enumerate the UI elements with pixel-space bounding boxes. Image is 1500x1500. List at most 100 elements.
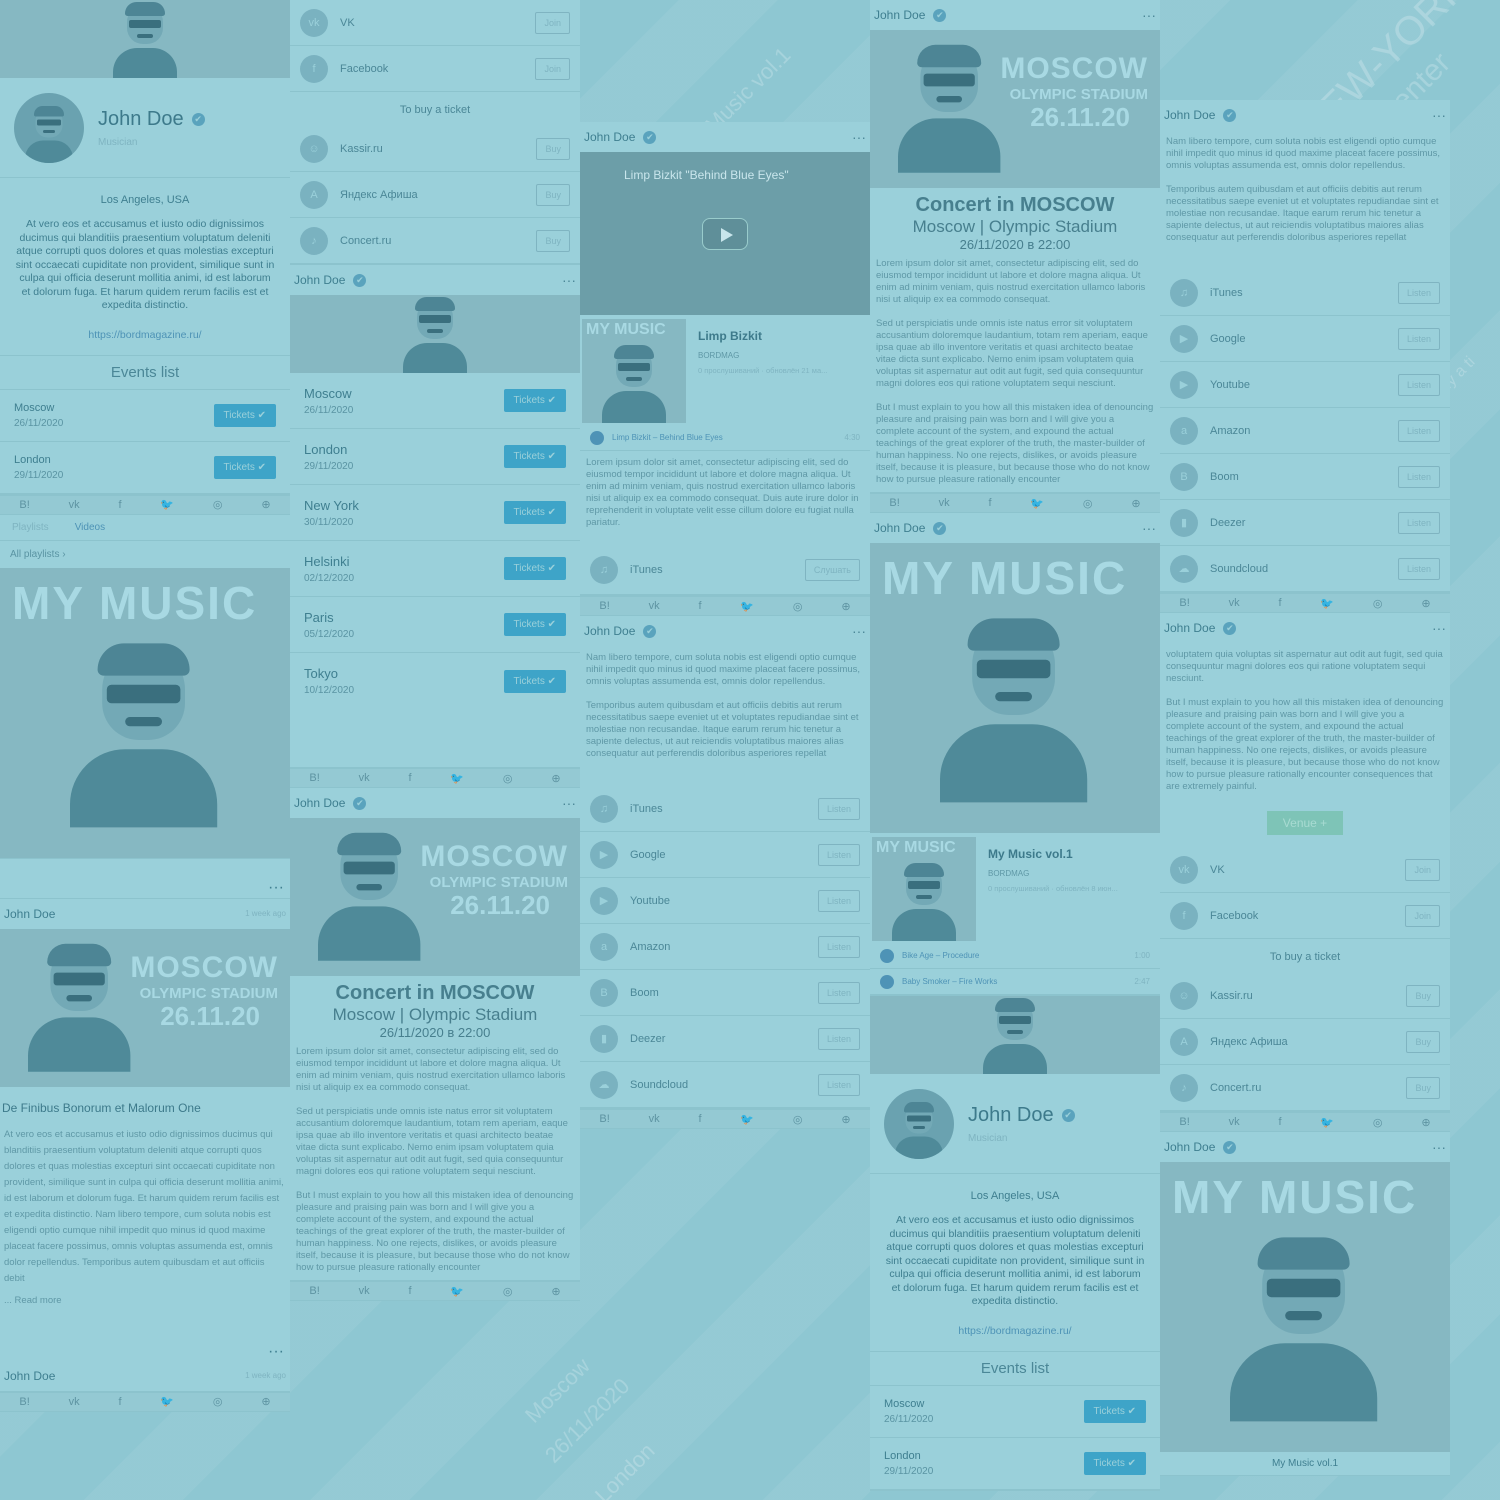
twitter-icon[interactable]: 🐦: [740, 600, 754, 613]
post-author[interactable]: John Doe: [294, 796, 345, 810]
twitter-icon[interactable]: 🐦: [160, 498, 174, 511]
concert-poster[interactable]: MOSCOW OLYMPIC STADIUM 26.11.20: [0, 928, 290, 1087]
facebook-icon[interactable]: f: [988, 497, 991, 509]
video-player[interactable]: Limp Bizkit "Behind Blue Eyes": [580, 152, 870, 315]
bord-icon[interactable]: B!: [19, 499, 29, 511]
more-icon[interactable]: ···: [0, 1315, 290, 1361]
login-icon[interactable]: ⊕: [261, 498, 270, 511]
instagram-icon[interactable]: ◎: [793, 1113, 803, 1126]
facebook-icon[interactable]: f: [118, 499, 121, 511]
profile-link[interactable]: https://bordmagazine.ru/: [870, 1315, 1160, 1352]
facebook-icon[interactable]: f: [1278, 1116, 1281, 1128]
all-playlists-link[interactable]: All playlists ›: [0, 541, 290, 568]
concert-poster[interactable]: MOSCOW OLYMPIC STADIUM 26.11.20: [870, 30, 1160, 188]
read-more-link[interactable]: ... Read more: [0, 1293, 290, 1315]
vk-icon[interactable]: vk: [69, 499, 80, 511]
tickets-button[interactable]: Tickets ✔: [213, 403, 276, 427]
twitter-icon[interactable]: 🐦: [450, 772, 464, 785]
vk-icon[interactable]: vk: [649, 600, 660, 612]
vk-icon[interactable]: vk: [1229, 1116, 1240, 1128]
play-icon[interactable]: [880, 948, 894, 963]
venue-button[interactable]: Venue +: [1267, 811, 1343, 835]
tab-playlists[interactable]: Playlists: [12, 522, 49, 533]
avatar[interactable]: [14, 92, 84, 163]
post-author[interactable]: John Doe: [1164, 621, 1215, 635]
listen-button[interactable]: Listen: [1397, 281, 1440, 304]
bord-icon[interactable]: B!: [1179, 1116, 1189, 1128]
track-row[interactable]: Limp Bizkit – Behind Blue Eyes 4:30: [580, 425, 870, 451]
instagram-icon[interactable]: ◎: [213, 1395, 223, 1408]
facebook-icon[interactable]: f: [1278, 597, 1281, 609]
twitter-icon[interactable]: 🐦: [1030, 497, 1044, 510]
listen-button[interactable]: Listen: [817, 1073, 860, 1096]
listen-button[interactable]: Listen: [1397, 327, 1440, 350]
tickets-button[interactable]: Tickets ✔: [503, 557, 566, 580]
bord-icon[interactable]: B!: [1179, 597, 1189, 609]
login-icon[interactable]: ⊕: [551, 1285, 560, 1298]
vk-icon[interactable]: vk: [359, 772, 370, 784]
post-author[interactable]: John Doe: [584, 624, 635, 638]
listen-button[interactable]: Слушать: [804, 558, 860, 581]
twitter-icon[interactable]: 🐦: [450, 1285, 464, 1298]
vk-icon[interactable]: vk: [69, 1396, 80, 1408]
bord-icon[interactable]: B!: [889, 497, 899, 509]
instagram-icon[interactable]: ◎: [1373, 597, 1383, 610]
instagram-icon[interactable]: ◎: [213, 498, 223, 511]
join-button[interactable]: Join: [535, 11, 570, 34]
listen-button[interactable]: Listen: [817, 889, 860, 912]
post-author[interactable]: John Doe: [1164, 108, 1215, 122]
more-icon[interactable]: ···: [1432, 107, 1446, 123]
listen-button[interactable]: Listen: [1397, 465, 1440, 488]
my-music-cover[interactable]: MY MUSIC: [0, 567, 290, 858]
twitter-icon[interactable]: 🐦: [1320, 1116, 1334, 1129]
buy-button[interactable]: Buy: [536, 229, 570, 252]
article-title[interactable]: De Finibus Bonorum et Malorum One: [0, 1087, 290, 1121]
concert-poster[interactable]: MOSCOW OLYMPIC STADIUM 26.11.20: [290, 818, 580, 976]
login-icon[interactable]: ⊕: [1421, 1116, 1430, 1129]
more-icon[interactable]: ···: [852, 623, 866, 639]
login-icon[interactable]: ⊕: [551, 772, 560, 785]
tickets-button[interactable]: Tickets ✔: [213, 455, 276, 479]
bord-icon[interactable]: B!: [599, 600, 609, 612]
login-icon[interactable]: ⊕: [841, 1113, 850, 1126]
bord-icon[interactable]: B!: [309, 1285, 319, 1297]
listen-button[interactable]: Listen: [1397, 557, 1440, 580]
listen-button[interactable]: Listen: [817, 981, 860, 1004]
instagram-icon[interactable]: ◎: [1083, 497, 1093, 510]
tickets-button[interactable]: Tickets ✔: [1083, 1451, 1146, 1475]
tickets-button[interactable]: Tickets ✔: [1083, 1399, 1146, 1423]
post-author[interactable]: John Doe: [1164, 1140, 1215, 1154]
buy-button[interactable]: Buy: [536, 183, 570, 206]
listen-button[interactable]: Listen: [1397, 419, 1440, 442]
join-button[interactable]: Join: [1405, 858, 1440, 881]
my-music-cover[interactable]: MY MUSIC: [1160, 1162, 1450, 1452]
buy-button[interactable]: Buy: [536, 137, 570, 160]
tickets-button[interactable]: Tickets ✔: [503, 613, 566, 636]
facebook-icon[interactable]: f: [408, 772, 411, 784]
avatar[interactable]: [884, 1088, 954, 1159]
my-music-cover[interactable]: MY MUSIC: [870, 543, 1160, 833]
play-icon[interactable]: [702, 218, 748, 250]
facebook-icon[interactable]: f: [698, 1113, 701, 1125]
track-row[interactable]: Baby Smoker – Fire Works 2:47: [870, 969, 1160, 995]
listen-button[interactable]: Listen: [817, 1027, 860, 1050]
facebook-icon[interactable]: f: [118, 1396, 121, 1408]
more-icon[interactable]: ···: [0, 859, 290, 897]
more-icon[interactable]: ···: [562, 272, 576, 288]
profile-link[interactable]: https://bordmagazine.ru/: [0, 319, 290, 356]
instagram-icon[interactable]: ◎: [503, 772, 513, 785]
twitter-icon[interactable]: 🐦: [1320, 597, 1334, 610]
track-row[interactable]: Bike Age – Procedure 1:00: [870, 943, 1160, 969]
more-icon[interactable]: ···: [562, 795, 576, 811]
buy-button[interactable]: Buy: [1406, 1076, 1440, 1099]
tab-videos[interactable]: Videos: [75, 522, 105, 533]
instagram-icon[interactable]: ◎: [1373, 1116, 1383, 1129]
join-button[interactable]: Join: [535, 57, 570, 80]
vk-icon[interactable]: vk: [1229, 597, 1240, 609]
bord-icon[interactable]: B!: [599, 1113, 609, 1125]
more-icon[interactable]: ···: [1432, 620, 1446, 636]
listen-button[interactable]: Listen: [1397, 511, 1440, 534]
tickets-button[interactable]: Tickets ✔: [503, 445, 566, 468]
login-icon[interactable]: ⊕: [1421, 597, 1430, 610]
join-button[interactable]: Join: [1405, 904, 1440, 927]
